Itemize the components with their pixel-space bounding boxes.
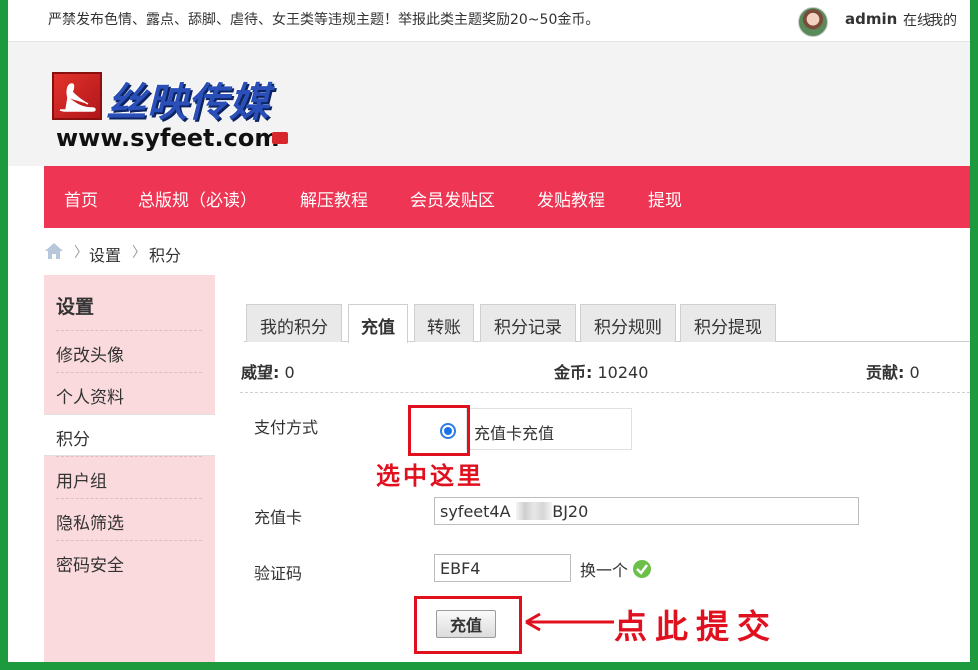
my-menu-link[interactable]: 我的 bbox=[929, 10, 957, 30]
logo-title: 丝映传媒 bbox=[106, 80, 270, 126]
stat-coins-value: 10240 bbox=[597, 363, 649, 382]
chevron-right-icon: 〉 bbox=[74, 245, 88, 261]
arrow-left-icon bbox=[525, 612, 614, 632]
stat-prestige-value: 0 bbox=[284, 363, 295, 382]
high-heel-icon bbox=[52, 72, 102, 120]
nav-item-withdraw[interactable]: 提现 bbox=[648, 186, 682, 211]
sidebar-item-usergroup[interactable]: 用户组 bbox=[56, 456, 202, 498]
recharge-submit-button[interactable]: 充值 bbox=[436, 610, 496, 638]
card-label: 充值卡 bbox=[254, 508, 303, 527]
site-logo[interactable]: 丝映传媒 www.syfeet.com bbox=[52, 70, 302, 152]
nav-item-home[interactable]: 首页 bbox=[64, 186, 98, 211]
home-icon[interactable] bbox=[44, 242, 64, 260]
sidebar-item-credits[interactable]: 积分 bbox=[44, 414, 215, 456]
stat-contribution-value: 0 bbox=[909, 363, 920, 382]
stat-prestige: 威望: 0 bbox=[241, 359, 295, 383]
nav-item-rules[interactable]: 总版规（必读） bbox=[138, 186, 257, 211]
captcha-label: 验证码 bbox=[254, 564, 303, 583]
annotation-select-hint: 选中这里 bbox=[376, 461, 484, 490]
site-header: 丝映传媒 www.syfeet.com bbox=[8, 42, 970, 166]
divider bbox=[240, 392, 970, 393]
nav-item-post-tutorial[interactable]: 发贴教程 bbox=[537, 186, 605, 211]
sidebar-item-privacy[interactable]: 隐私筛选 bbox=[56, 498, 202, 540]
sidebar-title: 设置 bbox=[56, 296, 95, 318]
tab-credit-rules[interactable]: 积分规则 bbox=[580, 304, 676, 342]
main-nav: 首页 总版规（必读） 解压教程 会员发贴区 发贴教程 提现 bbox=[44, 166, 970, 228]
sidebar-item-avatar[interactable]: 修改头像 bbox=[56, 330, 202, 372]
pay-option-label[interactable]: 充值卡充值 bbox=[474, 420, 554, 444]
stat-contribution: 贡献: 0 bbox=[866, 359, 920, 383]
online-status: 在线 bbox=[903, 13, 931, 29]
username-link[interactable]: admin bbox=[845, 10, 897, 28]
breadcrumb-credits: 积分 bbox=[149, 246, 182, 265]
top-bar: 严禁发布色情、露点、舔脚、虐待、女王类等违规主题！举报此类主题奖励20~50金币… bbox=[8, 0, 970, 42]
annotation-box-radio bbox=[408, 405, 470, 456]
breadcrumb-settings[interactable]: 设置 bbox=[89, 242, 121, 266]
stat-contribution-label: 贡献: bbox=[866, 363, 905, 382]
sidebar-item-password[interactable]: 密码安全 bbox=[56, 540, 202, 582]
tab-credit-log[interactable]: 积分记录 bbox=[480, 304, 576, 342]
tab-transfer[interactable]: 转账 bbox=[414, 304, 474, 342]
pay-method-label: 支付方式 bbox=[254, 418, 319, 437]
stat-prestige-label: 威望: bbox=[241, 363, 280, 382]
camera-icon bbox=[272, 132, 288, 144]
card-input[interactable] bbox=[434, 497, 859, 525]
stat-coins: 金币: 10240 bbox=[554, 359, 648, 383]
avatar[interactable] bbox=[798, 7, 828, 37]
tab-my-credits[interactable]: 我的积分 bbox=[246, 304, 342, 342]
nav-item-unzip-tutorial[interactable]: 解压教程 bbox=[300, 186, 368, 211]
captcha-refresh-link[interactable]: 换一个 bbox=[580, 557, 628, 581]
logo-url: www.syfeet.com bbox=[56, 124, 280, 152]
captcha-input[interactable] bbox=[434, 554, 571, 582]
tab-recharge[interactable]: 充值 bbox=[348, 304, 408, 343]
chevron-right-icon: 〉 bbox=[132, 245, 146, 261]
notice-text: 严禁发布色情、露点、舔脚、虐待、女王类等违规主题！举报此类主题奖励20~50金币… bbox=[48, 12, 600, 28]
nav-item-member-posts[interactable]: 会员发贴区 bbox=[410, 186, 495, 211]
stat-coins-label: 金币: bbox=[554, 363, 593, 382]
tab-credit-withdraw[interactable]: 积分提现 bbox=[680, 304, 776, 342]
settings-sidebar: 设置 修改头像 个人资料 积分 用户组 隐私筛选 密码安全 bbox=[44, 275, 215, 662]
credit-tabs: 我的积分 充值 转账 积分记录 积分规则 积分提现 bbox=[244, 304, 970, 343]
sidebar-item-profile[interactable]: 个人资料 bbox=[56, 372, 202, 414]
page-frame: 严禁发布色情、露点、舔脚、虐待、女王类等违规主题！举报此类主题奖励20~50金币… bbox=[8, 0, 970, 662]
annotation-submit-hint: 点此提交 bbox=[614, 607, 778, 646]
blurred-region bbox=[516, 502, 552, 520]
check-icon bbox=[633, 560, 651, 578]
